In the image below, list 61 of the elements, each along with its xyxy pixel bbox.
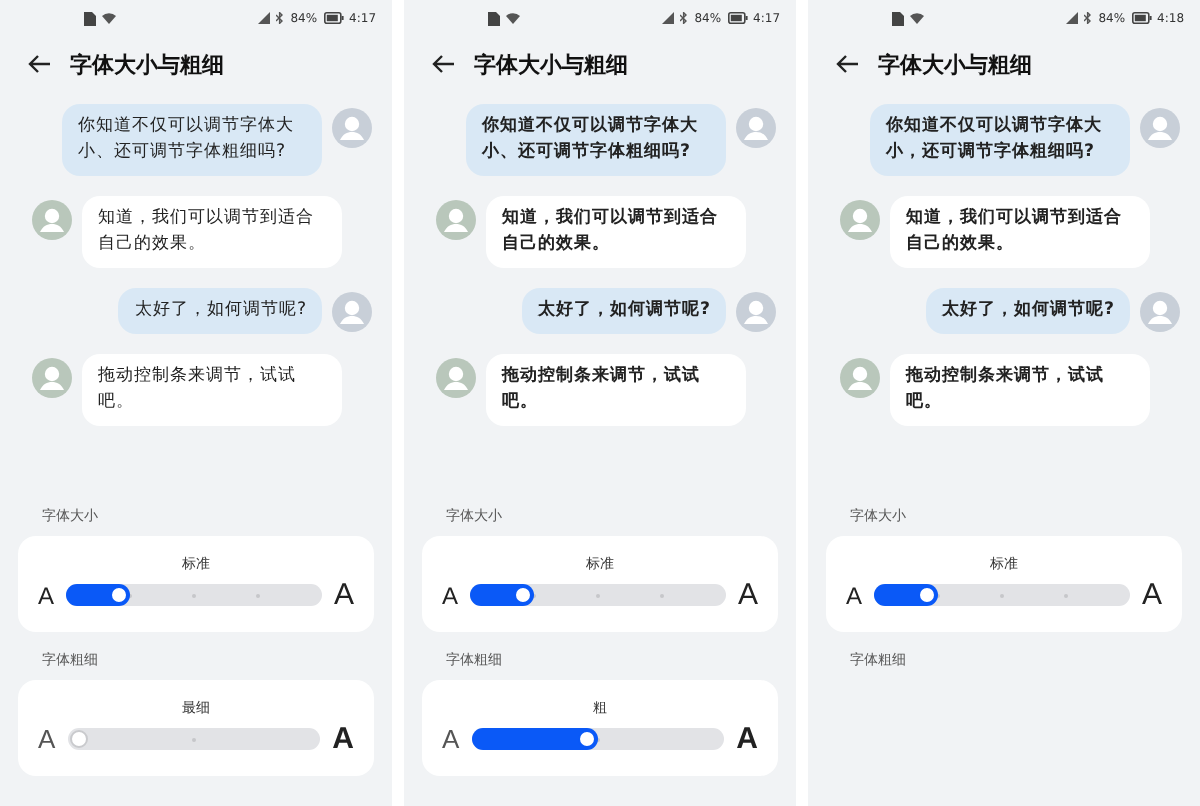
message-bubble: 太好了，如何调节呢? — [522, 288, 726, 334]
small-a-label: A — [846, 583, 863, 607]
bluetooth-icon — [1084, 12, 1093, 24]
message-bubble: 你知道不仅可以调节字体大小，还可调节字体粗细吗? — [870, 104, 1130, 176]
page-title: 字体大小与粗细 — [878, 49, 1032, 79]
back-arrow-icon[interactable] — [28, 54, 52, 74]
message-bubble: 太好了，如何调节呢? — [118, 288, 322, 334]
avatar-icon — [436, 200, 476, 240]
battery-icon — [323, 12, 344, 24]
message-bubble: 你知道不仅可以调节字体大小、还可调节字体粗细吗? — [62, 104, 322, 176]
large-a-label: A — [736, 724, 758, 754]
avatar-icon — [436, 358, 476, 398]
large-a-label: A — [737, 580, 758, 610]
page-title: 字体大小与粗细 — [70, 49, 224, 79]
wifi-icon — [910, 12, 925, 24]
sim-card-icon — [488, 11, 501, 25]
signal-icon — [258, 12, 271, 24]
message-bubble: 拖动控制条来调节，试试吧。 — [486, 354, 746, 426]
large-a-label: A — [333, 580, 354, 610]
slider-track[interactable] — [471, 728, 725, 750]
avatar-icon — [332, 108, 372, 148]
bluetooth-icon — [680, 12, 689, 24]
large-a-label: A — [332, 724, 354, 754]
small-a-label: A — [38, 726, 56, 752]
slider-track[interactable] — [470, 584, 726, 606]
slider-track[interactable] — [874, 584, 1130, 606]
small-a-label: A — [38, 583, 55, 607]
bluetooth-icon — [276, 12, 285, 24]
message-bubble: 拖动控制条来调节，试试吧。 — [82, 354, 342, 426]
back-arrow-icon[interactable] — [836, 54, 860, 74]
slider-track[interactable] — [66, 584, 322, 606]
wifi-icon — [506, 12, 521, 24]
avatar-icon — [736, 108, 776, 148]
avatar-icon — [32, 200, 72, 240]
signal-icon — [662, 12, 675, 24]
message-bubble: 拖动控制条来调节，试试吧。 — [890, 354, 1150, 426]
back-arrow-icon[interactable] — [432, 54, 456, 74]
large-a-label: A — [1141, 580, 1162, 610]
avatar-icon — [32, 358, 72, 398]
message-bubble: 太好了，如何调节呢? — [926, 288, 1130, 334]
small-a-label: A — [442, 583, 459, 607]
battery-icon — [727, 12, 748, 24]
page-title: 字体大小与粗细 — [474, 49, 628, 79]
sim-card-icon — [84, 11, 97, 25]
avatar-icon — [840, 358, 880, 398]
slider-fill[interactable] — [471, 728, 598, 750]
sim-card-icon — [892, 11, 905, 25]
avatar-icon — [1140, 108, 1180, 148]
avatar-icon — [736, 292, 776, 332]
battery-icon — [1131, 12, 1152, 24]
message-bubble: 你知道不仅可以调节字体大小、还可调节字体粗细吗? — [466, 104, 726, 176]
message-bubble: 知道，我们可以调节到适合自己的效果。 — [890, 196, 1150, 268]
signal-icon — [1066, 12, 1079, 24]
message-bubble: 知道，我们可以调节到适合自己的效果。 — [486, 196, 746, 268]
slider-track[interactable] — [67, 728, 321, 750]
small-a-label: A — [442, 726, 460, 752]
message-bubble: 知道，我们可以调节到适合自己的效果。 — [82, 196, 342, 268]
avatar-icon — [1140, 292, 1180, 332]
avatar-icon — [332, 292, 372, 332]
avatar-icon — [840, 200, 880, 240]
wifi-icon — [102, 12, 117, 24]
